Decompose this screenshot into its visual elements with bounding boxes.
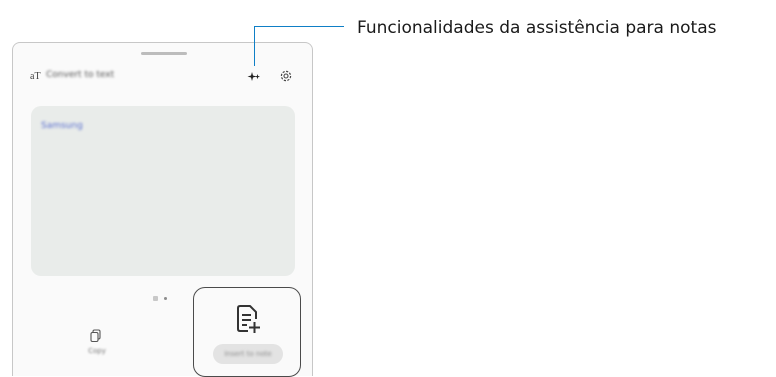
converted-text: Samsung [41, 121, 83, 131]
callout-leader-vertical [254, 26, 255, 66]
note-add-icon [237, 305, 260, 333]
sparkle-icon [247, 72, 260, 81]
panel-header: aT Convert to text [13, 43, 312, 103]
callout-label: Funcionalidades da assistência para nota… [357, 18, 717, 38]
converted-text-area[interactable]: Samsung [31, 106, 295, 276]
gear-icon [280, 70, 292, 82]
page-indicator-current [153, 296, 158, 301]
copy-icon [90, 329, 101, 343]
copy-button-label: Copy [88, 347, 106, 355]
settings-button[interactable] [277, 67, 295, 85]
copy-button[interactable]: Copy [77, 329, 117, 369]
insert-note-label: Insert to note [224, 350, 272, 358]
note-assist-button[interactable] [245, 67, 263, 85]
page-indicator-dot [164, 297, 167, 300]
insert-note-button[interactable]: Insert to note [193, 287, 301, 377]
text-size-icon: aT [30, 71, 41, 82]
callout-leader-horizontal [254, 26, 344, 27]
insert-note-label-pill: Insert to note [213, 344, 283, 364]
panel-title: Convert to text [46, 70, 115, 80]
page-indicator [153, 296, 167, 301]
